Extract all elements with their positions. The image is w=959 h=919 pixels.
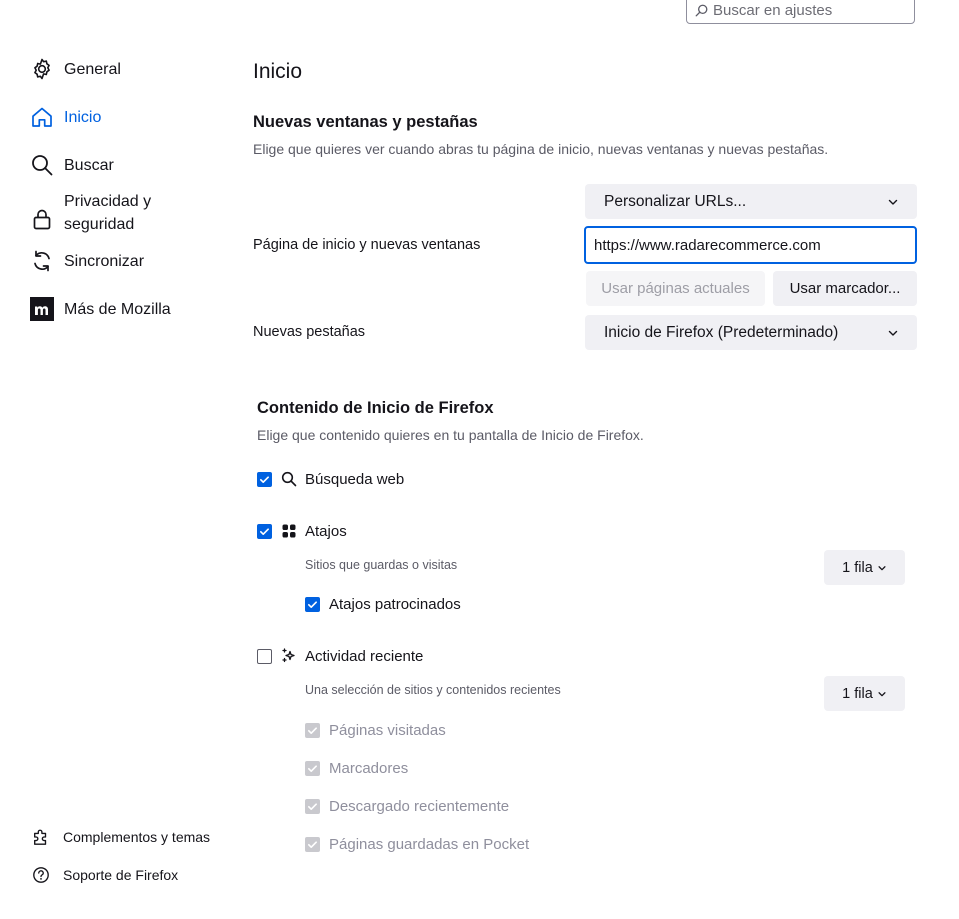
chevron-down-icon — [878, 691, 886, 696]
recent-activity-rows-value: 1 fila — [842, 685, 873, 702]
sidebar-item-label: General — [64, 60, 121, 78]
search-input[interactable] — [708, 1, 903, 19]
recent-activity-label: Actividad reciente — [305, 648, 424, 665]
footer-item-label: Complementos y temas — [63, 829, 211, 845]
checkmark-icon — [308, 841, 317, 848]
web-search-checkbox[interactable] — [257, 472, 272, 487]
sponsored-shortcuts-label: Atajos patrocinados — [329, 596, 461, 613]
sidebar-item-mas-de-mozilla[interactable]: Más de Mozilla — [30, 297, 171, 321]
visited-pages-checkbox[interactable] — [305, 723, 320, 738]
shortcuts-rows-value: 1 fila — [842, 559, 873, 576]
section-heading-home-content: Contenido de Inicio de Firefox — [257, 399, 494, 417]
new-tabs-label: Nuevas pestañas — [253, 324, 366, 340]
firefox-support-link[interactable]: Soporte de Firefox — [32, 866, 178, 884]
sidebar-item-label: Más de Mozilla — [64, 300, 171, 318]
new-tabs-value: Inicio de Firefox (Predeterminado) — [604, 323, 839, 341]
sidebar-item-label: Privacidad y seguridad — [64, 193, 152, 233]
recent-downloads-label: Descargado recientemente — [329, 798, 510, 815]
homepage-mode-value: Personalizar URLs... — [604, 192, 747, 210]
search-icon — [281, 471, 297, 487]
home-icon — [32, 107, 52, 127]
section-heading-new-windows: Nuevas ventanas y pestañas — [253, 113, 478, 131]
section-description-new-windows: Elige que quieres ver cuando abras tu pá… — [253, 141, 829, 157]
chevron-down-icon — [888, 330, 898, 336]
search-icon — [32, 155, 53, 176]
checkmark-icon — [308, 803, 317, 810]
search-icon — [695, 4, 708, 16]
checkmark-icon — [308, 727, 317, 734]
sidebar-item-buscar[interactable]: Buscar — [30, 153, 114, 177]
sparkles-icon — [282, 648, 295, 663]
section-description-home-content: Elige que contenido quieres en tu pantal… — [257, 427, 644, 443]
lock-icon — [33, 209, 51, 230]
sidebar-item-inicio[interactable]: Inicio — [30, 105, 101, 129]
shortcuts-grid-icon — [282, 524, 296, 538]
web-search-label: Búsqueda web — [305, 471, 405, 488]
sync-icon — [34, 250, 50, 272]
addons-and-themes-link[interactable]: Complementos y temas — [32, 828, 210, 846]
chevron-down-icon — [878, 565, 886, 570]
recent-downloads-checkbox[interactable] — [305, 799, 320, 814]
checkmark-icon — [308, 765, 317, 772]
sidebar-item-general[interactable]: General — [30, 57, 121, 81]
homepage-url-input[interactable] — [584, 226, 917, 264]
sidebar-item-label: Sincronizar — [64, 252, 145, 270]
shortcuts-checkbox[interactable] — [257, 524, 272, 539]
homepage-label: Página de inicio y nuevas ventanas — [253, 237, 481, 253]
use-bookmark-button[interactable]: Usar marcador... — [773, 271, 917, 306]
sidebar-item-label: Buscar — [64, 156, 114, 174]
help-icon — [33, 867, 49, 883]
pocket-pages-checkbox[interactable] — [305, 837, 320, 852]
sidebar-item-label: Inicio — [64, 108, 102, 126]
checkmark-icon — [260, 528, 269, 535]
sidebar-item-privacidad[interactable]: Privacidad y seguridad — [30, 190, 180, 236]
new-tabs-select[interactable]: Inicio de Firefox (Predeterminado) — [585, 315, 917, 350]
homepage-mode-select[interactable]: Personalizar URLs... — [585, 184, 917, 219]
page-title: Inicio — [253, 60, 303, 83]
gear-icon — [34, 58, 50, 80]
checkmark-icon — [308, 601, 317, 608]
bookmarks-label: Marcadores — [329, 760, 409, 777]
recent-activity-checkbox[interactable] — [257, 649, 272, 664]
puzzle-icon — [34, 829, 47, 845]
recent-activity-rows-select[interactable]: 1 fila — [824, 676, 905, 711]
visited-pages-label: Páginas visitadas — [329, 722, 446, 739]
mozilla-logo-icon — [30, 297, 54, 321]
shortcuts-description: Sitios que guardas o visitas — [305, 558, 458, 572]
shortcuts-label: Atajos — [305, 523, 347, 540]
settings-search-box[interactable] — [686, 0, 915, 24]
checkmark-icon — [260, 476, 269, 483]
shortcuts-rows-select[interactable]: 1 fila — [824, 550, 905, 585]
sidebar-item-sincronizar[interactable]: Sincronizar — [30, 249, 144, 273]
bookmarks-checkbox[interactable] — [305, 761, 320, 776]
use-current-pages-button[interactable]: Usar páginas actuales — [586, 271, 765, 306]
pocket-pages-label: Páginas guardadas en Pocket — [329, 836, 530, 853]
recent-activity-description: Una selección de sitios y contenidos rec… — [305, 683, 561, 697]
footer-item-label: Soporte de Firefox — [63, 867, 179, 883]
chevron-down-icon — [888, 199, 898, 205]
sponsored-shortcuts-checkbox[interactable] — [305, 597, 320, 612]
